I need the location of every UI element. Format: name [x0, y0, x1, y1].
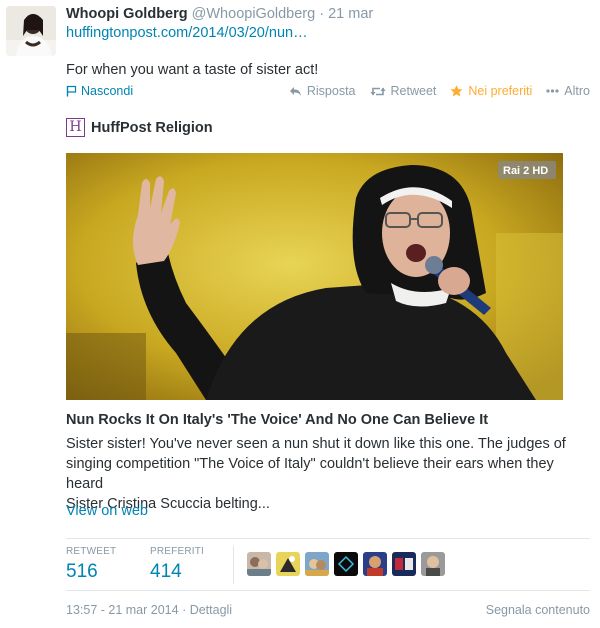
- favoriter-avatars: [247, 552, 445, 576]
- favoriter-avatar[interactable]: [334, 552, 358, 576]
- favoriter-avatar[interactable]: [276, 552, 300, 576]
- huffpost-logo-icon: H: [66, 118, 85, 137]
- avatar-image: [392, 552, 416, 576]
- more-button[interactable]: Altro: [546, 84, 590, 98]
- favorite-button[interactable]: Nei preferiti: [450, 84, 532, 98]
- card-source[interactable]: H HuffPost Religion: [66, 118, 213, 137]
- tweet-link[interactable]: huffingtonpost.com/2014/03/20/nun…: [66, 25, 308, 41]
- favorites-stat[interactable]: PREFERITI 414: [150, 546, 204, 583]
- nun-singing-image: Rai 2 HD: [66, 153, 563, 400]
- tweet-actions: Nascondi Risposta Retweet Nei preferiti: [66, 84, 590, 100]
- divider: [66, 538, 590, 539]
- card-image[interactable]: Rai 2 HD: [66, 153, 563, 400]
- view-on-web-link[interactable]: View on web: [66, 503, 148, 519]
- favoriter-avatar[interactable]: [421, 552, 445, 576]
- favoriter-avatar[interactable]: [392, 552, 416, 576]
- author-name[interactable]: Whoopi Goldberg: [66, 6, 188, 22]
- retweet-icon: [370, 87, 386, 95]
- favorites-count: 414: [150, 561, 182, 582]
- favorite-label: Nei preferiti: [468, 84, 533, 98]
- favoriter-avatar[interactable]: [305, 552, 329, 576]
- tweet-text: For when you want a taste of sister act!: [66, 62, 319, 78]
- card-description-line: Sister sister! You've never seen a nun s…: [66, 436, 566, 452]
- action-buttons: Risposta Retweet Nei preferiti Altro: [289, 84, 590, 98]
- divider: [66, 590, 590, 591]
- tweet-header: Whoopi Goldberg @WhoopiGoldberg · 21 mar: [66, 6, 373, 22]
- report-link[interactable]: Segnala contenuto: [486, 603, 590, 617]
- reply-button[interactable]: Risposta: [289, 84, 356, 98]
- star-icon: [450, 85, 463, 97]
- avatar-image: [421, 552, 445, 576]
- reply-label: Risposta: [306, 84, 356, 98]
- retweet-label: Retweet: [390, 84, 437, 98]
- retweet-stat-label: RETWEET: [66, 546, 117, 557]
- flag-icon: [66, 85, 77, 97]
- avatar-image: [334, 552, 358, 576]
- more-label: Altro: [564, 84, 590, 98]
- avatar-image: [363, 552, 387, 576]
- card-source-name: HuffPost Religion: [91, 119, 213, 136]
- favoriter-avatar[interactable]: [247, 552, 271, 576]
- avatar-image: [6, 6, 56, 56]
- avatar-image: [247, 552, 271, 576]
- avatar-image: [305, 552, 329, 576]
- retweet-button[interactable]: Retweet: [370, 84, 437, 98]
- card-title[interactable]: Nun Rocks It On Italy's 'The Voice' And …: [66, 412, 488, 428]
- channel-badge: Rai 2 HD: [498, 161, 556, 179]
- timestamp-text: 13:57 - 21 mar 2014: [66, 603, 179, 617]
- divider: [233, 546, 234, 584]
- retweet-count: 516: [66, 561, 98, 582]
- retweet-stat[interactable]: RETWEET 516: [66, 546, 116, 583]
- favorites-stat-label: PREFERITI: [150, 546, 205, 557]
- details-link[interactable]: · Dettagli: [182, 603, 232, 617]
- hide-label: Nascondi: [81, 84, 134, 98]
- channel-badge-text: Rai 2 HD: [503, 165, 548, 177]
- card-description: Sister sister! You've never seen a nun s…: [66, 434, 576, 514]
- tweet-timestamp: 13:57 - 21 mar 2014 · Dettagli: [66, 603, 232, 617]
- reply-icon: [289, 86, 301, 96]
- author-handle[interactable]: @WhoopiGoldberg: [192, 6, 316, 22]
- author-avatar[interactable]: [6, 6, 56, 56]
- tweet-time[interactable]: · 21 mar: [319, 6, 373, 22]
- hide-button[interactable]: Nascondi: [66, 84, 133, 98]
- avatar-image: [276, 552, 300, 576]
- card-description-line: singing competition "The Voice of Italy"…: [66, 456, 554, 492]
- favoriter-avatar[interactable]: [363, 552, 387, 576]
- more-dots-icon: [546, 89, 559, 93]
